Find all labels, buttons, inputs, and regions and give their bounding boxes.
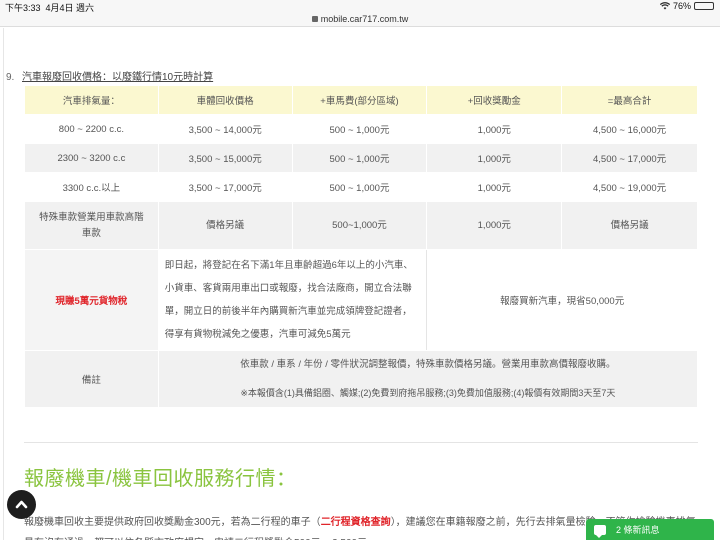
remark-row: 備註 依車款 / 車系 / 年份 / 零件狀況調整報價，特殊車款價格另議。營業用… xyxy=(24,350,699,408)
url-bar[interactable]: mobile.car717.com.tw xyxy=(0,13,720,27)
header-cell: 汽車排氣量： xyxy=(24,85,159,115)
header-cell: 車體回收價格 xyxy=(157,85,293,115)
battery-icon xyxy=(694,2,714,10)
wifi-icon xyxy=(659,2,670,10)
para-text-before: 報廢機車回收主要提供政府回收獎勵金300元，若為二行程的車子（ xyxy=(24,517,321,528)
table-row: 2300 ~ 3200 c.c 3,500 ~ 15,000元 500 ~ 1,… xyxy=(24,143,698,173)
lock-icon xyxy=(311,16,318,22)
price-table: 汽車排氣量： 車體回收價格 +車馬費(部分區域) +回收獎勵金 =最高合計 80… xyxy=(24,85,699,408)
table-cell: 3300 c.c.以上 xyxy=(24,172,159,202)
table-cell: 4,500 ~ 17,000元 xyxy=(561,143,698,173)
table-cell: 4,500 ~ 19,000元 xyxy=(561,172,698,202)
table-cell: 800 ~ 2200 c.c. xyxy=(24,114,159,144)
item-title: 9. 汽車報廢回收價格：以廢鐵行情10元時計算 xyxy=(6,68,213,83)
left-border xyxy=(3,28,4,540)
tax-label: 現賺5萬元貨物稅 xyxy=(24,249,159,351)
table-cell: 價格另議 xyxy=(561,201,698,250)
chevron-up-icon xyxy=(15,500,28,509)
table-header-row: 汽車排氣量： 車體回收價格 +車馬費(部分區域) +回收獎勵金 =最高合計 xyxy=(24,85,698,115)
remark-line-1: 依車款 / 車系 / 年份 / 零件狀況調整報價，特殊車款價格另議。營業用車款高… xyxy=(240,359,616,370)
table-row: 特殊車款營業用車款高階車款 價格另議 500~1,000元 1,000元 價格另… xyxy=(24,201,698,250)
remark-label: 備註 xyxy=(24,350,159,408)
section-heading: 報廢機車/機車回收服務行情： xyxy=(24,468,297,490)
table-cell: 500 ~ 1,000元 xyxy=(291,114,428,144)
chat-bubble-icon xyxy=(594,524,606,538)
table-cell: 特殊車款營業用車款高階車款 xyxy=(24,201,159,250)
two-stroke-query-link[interactable]: 二行程資格查詢 xyxy=(321,517,391,528)
table-cell: 500 ~ 1,000元 xyxy=(291,143,428,173)
chat-label: 2 條新訊息 xyxy=(616,525,660,535)
table-row: 800 ~ 2200 c.c. 3,500 ~ 14,000元 500 ~ 1,… xyxy=(24,114,698,144)
table-cell: 1,000元 xyxy=(426,172,563,202)
status-date: 4月4日 週六 xyxy=(45,3,95,13)
header-cell: =最高合計 xyxy=(561,85,698,115)
remark-line-2: ※本報價含(1)具備鋁圈、觸媒;(2)免費到府拖吊服務;(3)免費加值服務;(4… xyxy=(240,388,616,398)
battery-percent: 76% xyxy=(672,1,691,11)
table-cell: 1,000元 xyxy=(426,201,563,250)
remark-text: 依車款 / 車系 / 年份 / 零件狀況調整報價，特殊車款價格另議。營業用車款高… xyxy=(157,350,699,408)
page-content: 9. 汽車報廢回收價格：以廢鐵行情10元時計算 汽車排氣量： 車體回收價格 +車馬… xyxy=(0,28,720,540)
status-bar: 下午3:33 4月4日 週六 76% xyxy=(0,0,720,13)
table-cell: 1,000元 xyxy=(426,114,563,144)
table-cell: 500~1,000元 xyxy=(291,201,428,250)
tax-row: 現賺5萬元貨物稅 即日起，將登記在名下滿1年且車齡超過6年以上的小汽車、小貨車、… xyxy=(24,249,698,351)
tax-description: 即日起，將登記在名下滿1年且車齡超過6年以上的小汽車、小貨車、客貨兩用車出口或報… xyxy=(157,249,428,351)
scroll-to-top-button[interactable] xyxy=(7,490,36,519)
table-cell: 3,500 ~ 14,000元 xyxy=(157,114,293,144)
table-row: 3300 c.c.以上 3,500 ~ 17,000元 500 ~ 1,000元… xyxy=(24,172,698,202)
table-cell: 3,500 ~ 17,000元 xyxy=(157,172,293,202)
section-divider xyxy=(24,442,698,443)
table-cell: 4,500 ~ 16,000元 xyxy=(561,114,698,144)
table-cell: 1,000元 xyxy=(426,143,563,173)
item-number: 9. xyxy=(6,72,15,83)
header-cell: +回收獎勵金 xyxy=(426,85,563,115)
status-time: 下午3:33 xyxy=(5,3,41,13)
tax-benefit: 報廢買新汽車，現省50,000元 xyxy=(426,249,698,351)
table-cell: 2300 ~ 3200 c.c xyxy=(24,143,159,173)
table-cell: 3,500 ~ 15,000元 xyxy=(157,143,293,173)
item-title-text: 汽車報廢回收價格：以廢鐵行情10元時計算 xyxy=(22,72,214,83)
url-text: mobile.car717.com.tw xyxy=(320,14,409,24)
header-cell: +車馬費(部分區域) xyxy=(291,85,428,115)
table-cell: 價格另議 xyxy=(157,201,293,250)
status-right: 76% xyxy=(659,1,714,11)
table-cell: 500 ~ 1,000元 xyxy=(291,172,428,202)
chat-button[interactable]: 2 條新訊息 xyxy=(586,519,714,540)
